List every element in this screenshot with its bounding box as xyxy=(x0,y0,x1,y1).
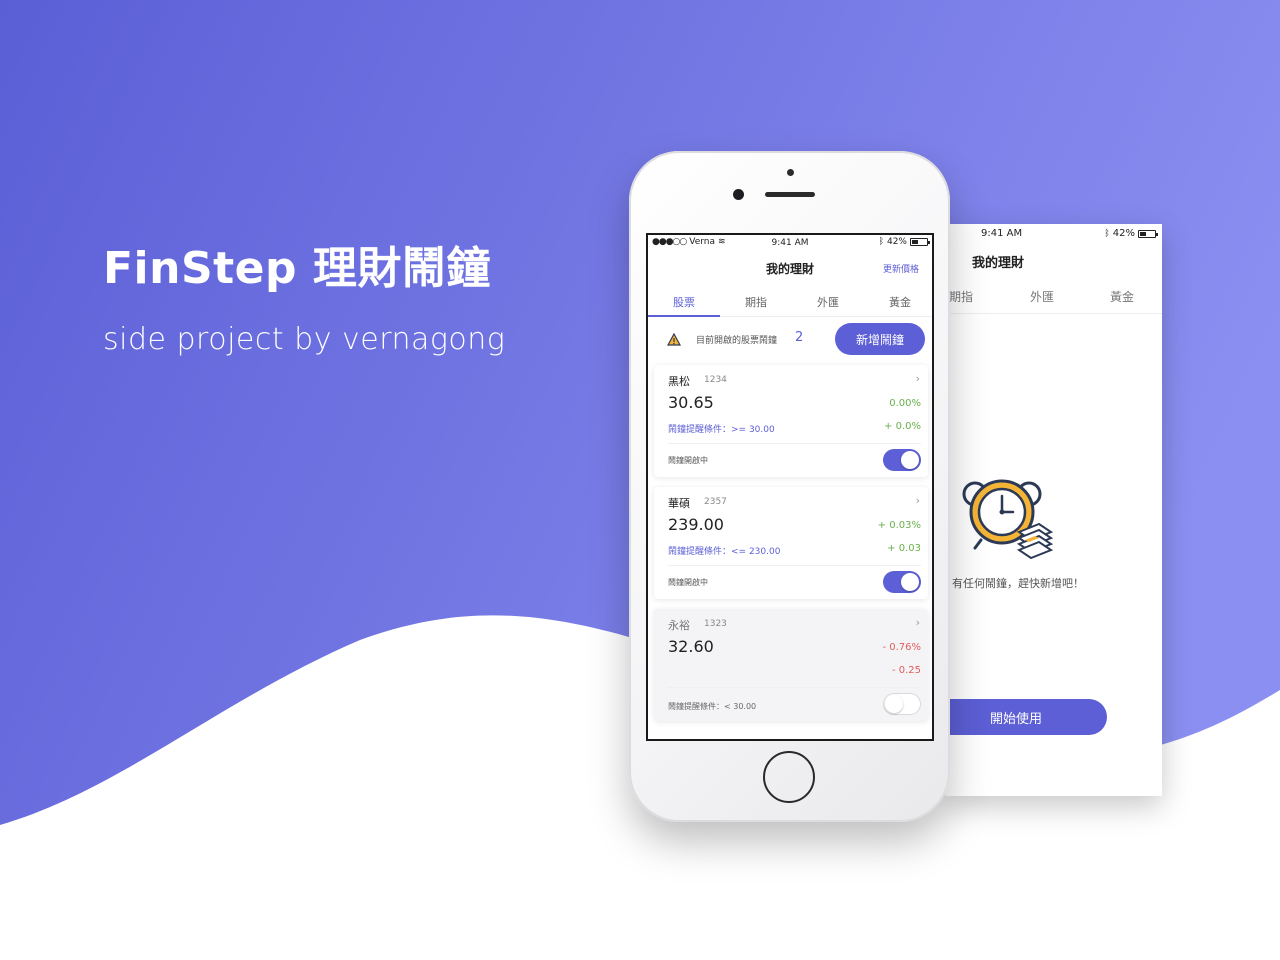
alarm-summary-label: 目前開啟的股票鬧鐘 xyxy=(696,336,778,346)
stock-price: 30.65 xyxy=(668,393,714,412)
alarm-bell-icon xyxy=(666,333,682,346)
stock-code: 1323 xyxy=(704,619,727,629)
alarm-toggle[interactable] xyxy=(883,571,921,593)
stock-price: 32.60 xyxy=(668,637,714,656)
stock-code: 1234 xyxy=(704,375,727,385)
stock-code: 2357 xyxy=(704,497,727,507)
stock-card[interactable]: 永裕 1323 › 32.60 - 0.76% - 0.25 鬧鐘提醒條件：< … xyxy=(654,609,928,721)
stock-card[interactable]: 黑松 1234 › 30.65 0.00% + 0.0% 鬧鐘提醒條件：>= 3… xyxy=(654,365,928,477)
start-button[interactable]: 開始使用 xyxy=(945,699,1107,735)
alarm-condition-value: <= 230.00 xyxy=(731,547,781,557)
phone-front-camera xyxy=(733,189,744,200)
alarm-condition-value: >= 30.00 xyxy=(731,425,775,435)
stock-name: 永裕 xyxy=(668,619,690,632)
stock-card[interactable]: 華碩 2357 › 239.00 + 0.03% + 0.03 鬧鐘提醒條件：<… xyxy=(654,487,928,599)
card-divider xyxy=(668,687,921,688)
alarm-toggle[interactable] xyxy=(883,693,921,715)
alarm-condition: 鬧鐘提醒條件：<= 230.00 xyxy=(668,544,780,557)
toggle-knob xyxy=(885,695,903,713)
tab-forex[interactable]: 外匯 xyxy=(792,294,864,310)
stock-name: 黑松 xyxy=(668,375,690,388)
stock-change-pct: - 0.76% xyxy=(882,642,921,653)
alarm-summary: 目前開啟的股票鬧鐘 2 新增鬧鐘 xyxy=(648,319,932,359)
bluetooth-icon: ᛒ xyxy=(1104,228,1110,239)
active-tab-indicator xyxy=(648,315,720,317)
home-button[interactable] xyxy=(763,751,815,803)
stock-change-pct: 0.00% xyxy=(889,398,921,409)
card-divider xyxy=(668,443,921,444)
stock-name: 華碩 xyxy=(668,497,690,510)
battery-text: 42% xyxy=(886,237,907,247)
stock-change-pct: + 0.03% xyxy=(877,520,921,531)
toggle-knob xyxy=(901,451,919,469)
alarm-status: 鬧鐘開啟中 xyxy=(668,578,708,587)
tab-stocks[interactable]: 股票 xyxy=(648,294,720,310)
stock-price: 239.00 xyxy=(668,515,724,534)
chevron-right-icon[interactable]: › xyxy=(916,494,920,507)
back-status-right: ᛒ 42% xyxy=(1104,228,1158,239)
alarm-toggle[interactable] xyxy=(883,449,921,471)
phone-mockup: ●●●○○ Verna ≋ 9:41 AM ᛒ 42% 我的理財 更新價格 股票… xyxy=(629,151,950,822)
back-tab-forex[interactable]: 外匯 xyxy=(1030,288,1054,305)
back-tab-gold[interactable]: 黃金 xyxy=(1110,288,1134,305)
update-price-button[interactable]: 更新價格 xyxy=(883,262,919,275)
back-screen: 9:41 AM ᛒ 42% 我的理財 期指 外匯 黃金 有任何鬧鐘，趕快新增吧！… xyxy=(945,224,1162,796)
empty-state-message: 有任何鬧鐘，趕快新增吧！ xyxy=(952,577,1084,590)
phone-sensor xyxy=(787,169,794,176)
tab-gold[interactable]: 黃金 xyxy=(864,294,932,310)
bluetooth-icon: ᛒ xyxy=(878,237,884,247)
tab-futures[interactable]: 期指 xyxy=(720,294,792,310)
alarm-condition-label: 鬧鐘提醒條件： xyxy=(668,425,732,435)
back-status-time: 9:41 AM xyxy=(981,228,1023,239)
tab-bar: 股票 期指 外匯 黃金 xyxy=(648,287,932,317)
alarm-condition-label: 鬧鐘提醒條件： xyxy=(668,547,732,557)
battery-icon xyxy=(910,238,930,246)
alarm-clock-money-icon xyxy=(962,479,1054,560)
toggle-knob xyxy=(901,573,919,591)
alarm-status: 鬧鐘提醒條件：< 30.00 xyxy=(668,702,757,711)
stock-change: + 0.0% xyxy=(884,421,921,432)
back-battery-text: 42% xyxy=(1112,228,1135,239)
phone-speaker xyxy=(765,192,815,197)
status-bar: ●●●○○ Verna ≋ 9:41 AM ᛒ 42% xyxy=(648,235,932,251)
stock-change: - 0.25 xyxy=(891,665,921,676)
alarm-status: 鬧鐘開啟中 xyxy=(668,456,708,465)
back-tab-futures[interactable]: 期指 xyxy=(949,288,973,305)
battery-icon xyxy=(1138,229,1158,238)
status-right: ᛒ 42% xyxy=(878,237,930,247)
back-screen-title: 我的理財 xyxy=(972,256,1025,271)
add-alarm-button[interactable]: 新增鬧鐘 xyxy=(835,323,925,355)
chevron-right-icon[interactable]: › xyxy=(916,616,920,629)
hero-subtitle: side project by vernagong xyxy=(103,322,506,357)
stock-change: + 0.03 xyxy=(887,543,921,554)
alarm-count: 2 xyxy=(795,330,804,345)
card-divider xyxy=(668,565,921,566)
chevron-right-icon[interactable]: › xyxy=(916,372,920,385)
hero-title: FinStep 理財鬧鐘 xyxy=(103,243,491,294)
phone-screen: ●●●○○ Verna ≋ 9:41 AM ᛒ 42% 我的理財 更新價格 股票… xyxy=(646,233,934,741)
back-tab-bar: 期指 外匯 黃金 xyxy=(945,284,1162,314)
back-status-bar: 9:41 AM ᛒ 42% xyxy=(945,224,1162,242)
alarm-condition: 鬧鐘提醒條件：>= 30.00 xyxy=(668,422,775,435)
